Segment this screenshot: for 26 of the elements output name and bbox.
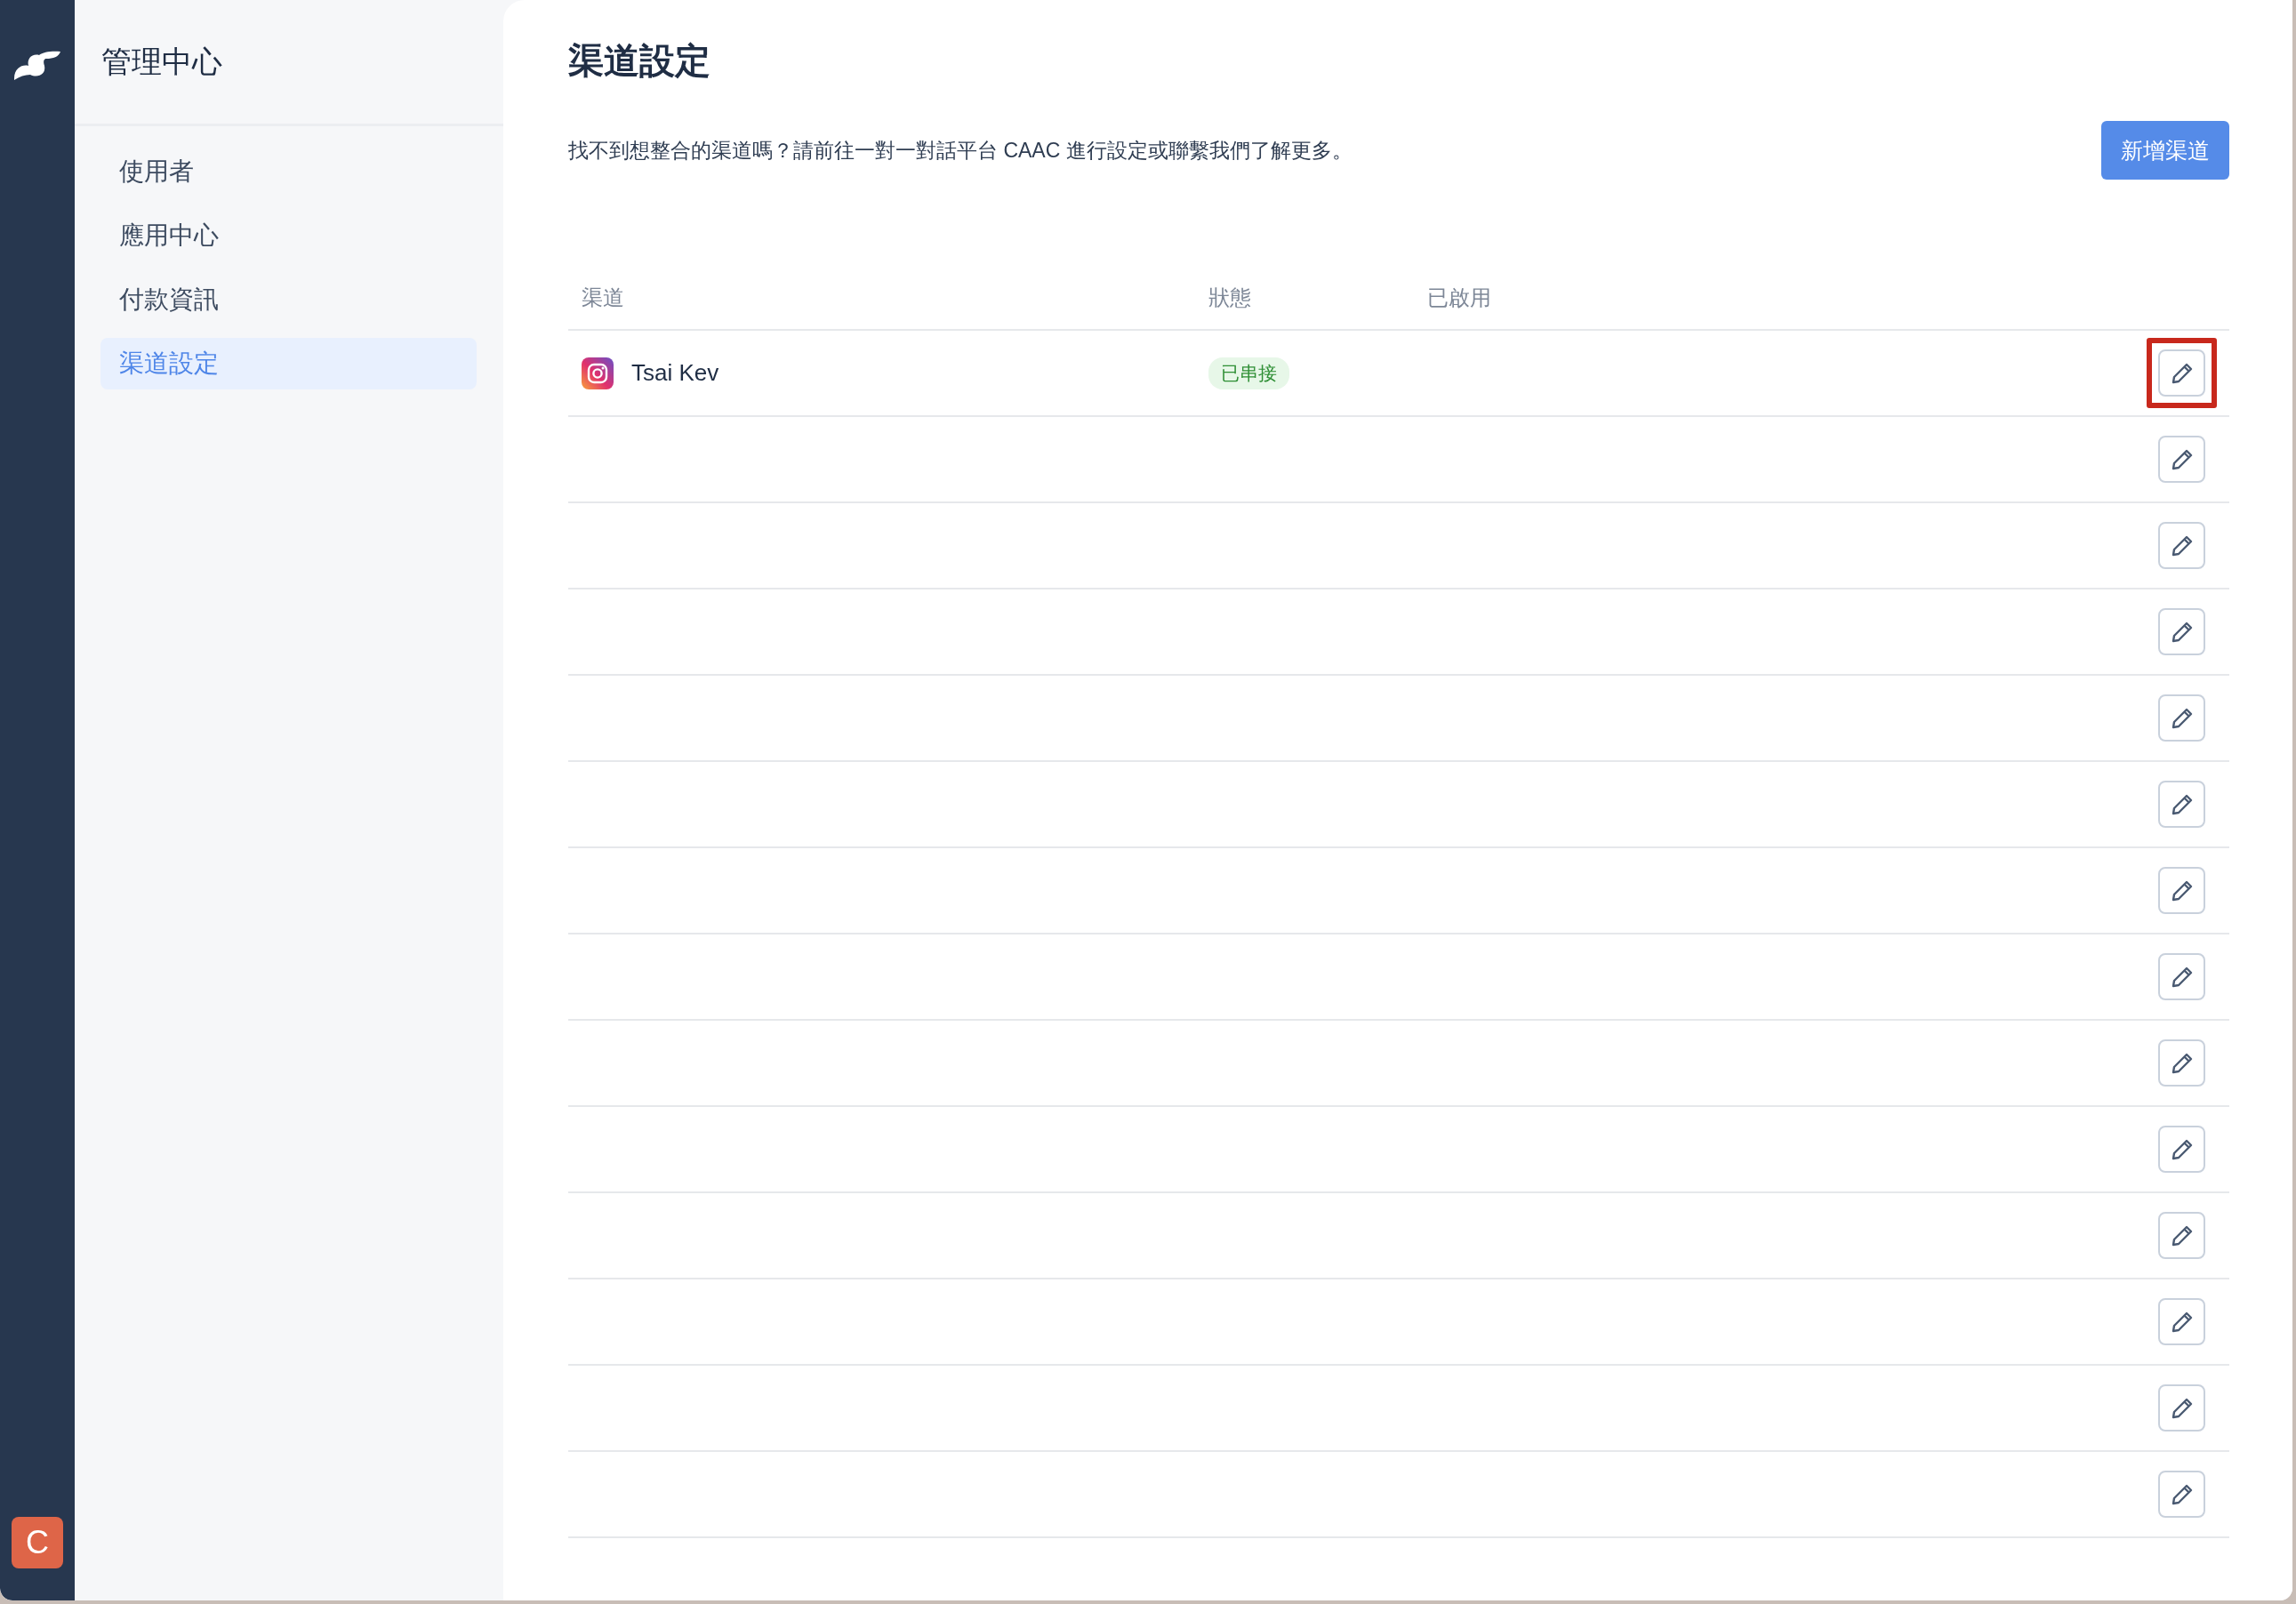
column-header: 已啟用 (1427, 285, 1491, 311)
page-title: 渠道設定 (568, 40, 711, 82)
edit-button[interactable] (2158, 1471, 2205, 1518)
edit-button[interactable] (2158, 1126, 2205, 1173)
edit-button[interactable] (2158, 1212, 2205, 1259)
column-header: 渠道 (582, 285, 624, 311)
edit-button[interactable] (2158, 867, 2205, 914)
edit-button[interactable] (2158, 781, 2205, 828)
edit-button[interactable] (2158, 522, 2205, 569)
edit-button[interactable] (2158, 608, 2205, 655)
sidebar-item[interactable]: 付款資訊 (100, 274, 477, 325)
sidebar-title: 管理中心 (101, 43, 222, 80)
edit-button[interactable] (2158, 694, 2205, 742)
edit-button[interactable] (2158, 1384, 2205, 1432)
channel-name: Tsai Kev (631, 359, 719, 387)
edit-button[interactable] (2158, 436, 2205, 483)
edit-button[interactable] (2158, 1298, 2205, 1345)
instagram-icon (582, 357, 614, 389)
edit-button[interactable] (2158, 1039, 2205, 1087)
sidebar-item[interactable]: 使用者 (100, 146, 477, 197)
edit-button[interactable] (2158, 349, 2205, 397)
description-text: 找不到想整合的渠道嗎？請前往一對一對話平台 CAAC 進行設定或聯繫我們了解更多。 (568, 137, 1353, 164)
sidebar-item[interactable]: 應用中心 (100, 210, 477, 261)
column-header: 狀態 (1208, 285, 1251, 311)
status-badge: 已串接 (1208, 357, 1289, 389)
edit-button[interactable] (2158, 953, 2205, 1000)
